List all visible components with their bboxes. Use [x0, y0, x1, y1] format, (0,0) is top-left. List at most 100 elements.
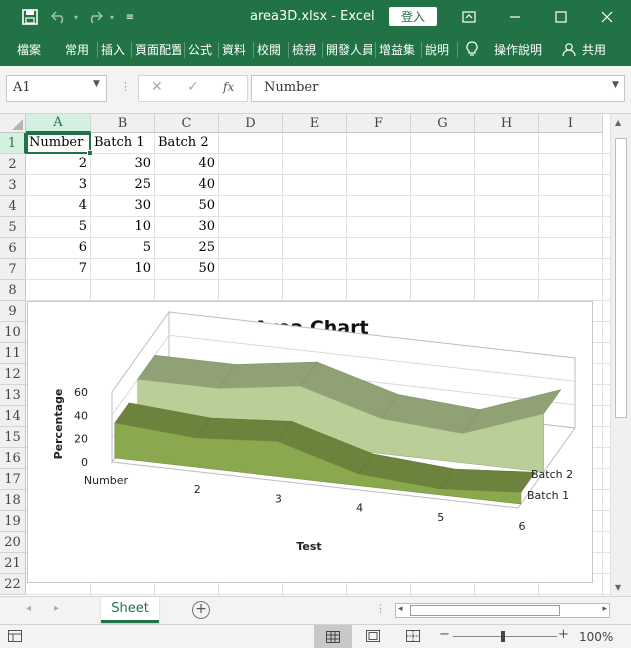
row-header[interactable]: 15: [0, 427, 26, 448]
cell-c5[interactable]: 30: [155, 217, 219, 238]
row-header[interactable]: 5: [0, 217, 26, 238]
scroll-down-icon[interactable]: ▼: [615, 583, 621, 592]
plus-circle-icon[interactable]: +: [192, 601, 210, 619]
cell-b1[interactable]: Batch 1: [91, 133, 155, 154]
next-sheet-icon[interactable]: ▸: [54, 603, 59, 614]
formula-input[interactable]: Number: [251, 75, 625, 102]
row-header[interactable]: 19: [0, 511, 26, 532]
tab-help[interactable]: 說明: [425, 34, 453, 64]
enter-icon[interactable]: ✓: [187, 79, 199, 95]
column-header-c[interactable]: C: [155, 114, 219, 133]
vertical-scrollbar[interactable]: ▲ ▼: [610, 114, 631, 596]
scroll-left-icon[interactable]: ◂: [398, 604, 403, 614]
row-header[interactable]: 2: [0, 154, 26, 175]
page-layout-icon[interactable]: [366, 630, 380, 645]
row-header[interactable]: 6: [0, 238, 26, 259]
tab-developer[interactable]: 開發人員: [326, 34, 372, 64]
column-header-e[interactable]: E: [283, 114, 347, 133]
customize-icon[interactable]: ≡: [122, 0, 138, 34]
scroll-right-icon[interactable]: ▸: [602, 604, 607, 614]
tab-formulas[interactable]: 公式: [188, 34, 214, 64]
tab-data[interactable]: 資料: [222, 34, 248, 64]
column-header-f[interactable]: F: [347, 114, 411, 133]
row-header[interactable]: 3: [0, 175, 26, 196]
zoom-out-button[interactable]: −: [439, 627, 450, 642]
scroll-thumb[interactable]: [410, 605, 560, 616]
chevron-down-icon[interactable]: ▼: [612, 80, 619, 90]
column-header-g[interactable]: G: [411, 114, 475, 133]
row-header[interactable]: 14: [0, 406, 26, 427]
zoom-slider[interactable]: [453, 636, 557, 637]
tab-insert[interactable]: 插入: [101, 34, 127, 64]
minimize-icon[interactable]: [492, 0, 538, 34]
cell-b4[interactable]: 30: [91, 196, 155, 217]
zoom-slider-thumb[interactable]: [501, 631, 505, 642]
cell-c7[interactable]: 50: [155, 259, 219, 280]
column-header-a[interactable]: A: [26, 114, 91, 133]
ribbon-display-icon[interactable]: [446, 0, 492, 34]
login-button[interactable]: 登入: [389, 7, 437, 26]
column-header-d[interactable]: D: [219, 114, 283, 133]
cell-a7[interactable]: 7: [26, 259, 91, 280]
user-icon[interactable]: [562, 34, 578, 64]
cell-a1[interactable]: Number: [26, 133, 91, 154]
cancel-icon[interactable]: ✕: [151, 79, 163, 95]
cell-a4[interactable]: 4: [26, 196, 91, 217]
cell-a2[interactable]: 2: [26, 154, 91, 175]
zoom-level[interactable]: 100%: [579, 630, 613, 644]
cell-a3[interactable]: 3: [26, 175, 91, 196]
tab-addins[interactable]: 增益集: [379, 34, 417, 64]
tab-page-layout[interactable]: 頁面配置: [135, 34, 181, 64]
scroll-up-icon[interactable]: ▲: [615, 118, 621, 127]
page-break-preview-icon[interactable]: [406, 630, 420, 645]
area-chart[interactable]: Area Chart 0204060 Number23456 Percentag…: [27, 301, 593, 583]
tab-view[interactable]: 檢視: [292, 34, 318, 64]
redo-dropdown-icon[interactable]: ▾: [106, 0, 118, 34]
cell-b2[interactable]: 30: [91, 154, 155, 175]
close-icon[interactable]: [584, 0, 630, 34]
row-header[interactable]: 7: [0, 259, 26, 280]
tab-review[interactable]: 校閱: [257, 34, 283, 64]
column-header-i[interactable]: I: [539, 114, 603, 133]
cell-a6[interactable]: 6: [26, 238, 91, 259]
row-header[interactable]: 22: [0, 574, 26, 595]
column-header-h[interactable]: H: [475, 114, 539, 133]
row-header[interactable]: 10: [0, 322, 26, 343]
tab-file[interactable]: 檔案: [17, 34, 45, 64]
row-header[interactable]: 1: [0, 133, 26, 154]
cell-c4[interactable]: 50: [155, 196, 219, 217]
normal-view-icon[interactable]: [314, 625, 352, 648]
cell-b3[interactable]: 25: [91, 175, 155, 196]
chevron-down-icon[interactable]: ▼: [93, 79, 100, 89]
row-header[interactable]: 21: [0, 553, 26, 574]
cell-c3[interactable]: 40: [155, 175, 219, 196]
row-header[interactable]: 16: [0, 448, 26, 469]
share-button[interactable]: 共用: [582, 34, 610, 64]
tell-me-label[interactable]: 操作說明: [494, 34, 546, 64]
macro-record-icon[interactable]: [8, 630, 22, 645]
row-header[interactable]: 4: [0, 196, 26, 217]
sheet-tab[interactable]: Sheet: [101, 597, 159, 623]
cell-c2[interactable]: 40: [155, 154, 219, 175]
cell-a5[interactable]: 5: [26, 217, 91, 238]
column-header-b[interactable]: B: [91, 114, 155, 133]
undo-icon[interactable]: [48, 0, 70, 34]
row-header[interactable]: 18: [0, 490, 26, 511]
lightbulb-icon[interactable]: [466, 34, 482, 64]
maximize-icon[interactable]: [538, 0, 584, 34]
horizontal-scrollbar[interactable]: ◂ ▸: [395, 603, 610, 618]
select-all-button[interactable]: [0, 114, 26, 133]
save-icon[interactable]: [14, 0, 46, 34]
cell-b5[interactable]: 10: [91, 217, 155, 238]
cell-c1[interactable]: Batch 2: [155, 133, 219, 154]
prev-sheet-icon[interactable]: ◂: [26, 603, 31, 614]
row-header[interactable]: 17: [0, 469, 26, 490]
redo-icon[interactable]: [84, 0, 106, 34]
scroll-thumb[interactable]: [615, 138, 627, 418]
cell-b6[interactable]: 5: [91, 238, 155, 259]
row-header[interactable]: 8: [0, 280, 26, 301]
row-header[interactable]: 12: [0, 364, 26, 385]
tab-home[interactable]: 常用: [65, 34, 91, 64]
row-header[interactable]: 9: [0, 301, 26, 322]
undo-dropdown-icon[interactable]: ▾: [70, 0, 82, 34]
